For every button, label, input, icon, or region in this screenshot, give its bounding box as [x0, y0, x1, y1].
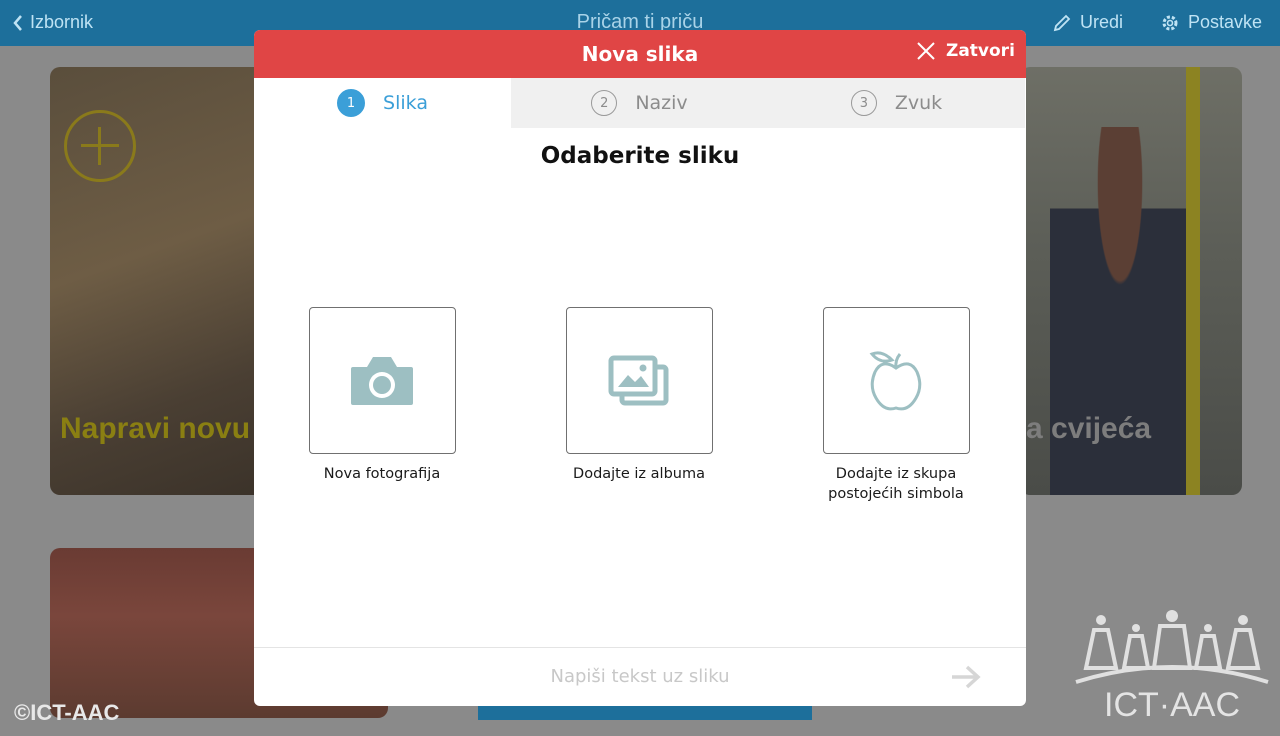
- new-image-dialog: Nova slika Zatvori 1 Slika 2 Naziv 3 Zvu…: [254, 30, 1026, 706]
- symbols-label-line1: Dodajte iz skupa: [835, 466, 957, 482]
- apple-icon: [869, 350, 922, 410]
- logo-text: ICT·AAC: [1104, 686, 1240, 724]
- choose-image-heading: Odaberite sliku: [540, 143, 740, 169]
- album-label: Dodajte iz albuma: [573, 466, 705, 482]
- new-photo-button[interactable]: [308, 307, 456, 454]
- new-photo-option[interactable]: Nova fotografija: [282, 307, 482, 484]
- close-button[interactable]: Zatvori: [916, 41, 1015, 61]
- tab-image[interactable]: 1 Slika: [254, 78, 511, 128]
- gear-icon: [1162, 15, 1178, 30]
- card-caption-new: Napravi novu p: [60, 412, 277, 445]
- dialog-title: Nova slika: [581, 42, 699, 66]
- album-option[interactable]: Dodajte iz albuma: [539, 307, 739, 484]
- tab-name[interactable]: 2 Naziv: [511, 78, 768, 128]
- tab-label: Zvuk: [894, 92, 943, 114]
- camera-icon: [351, 356, 413, 405]
- symbols-button[interactable]: [822, 307, 970, 454]
- symbols-label-line2: postojećih simbola: [828, 486, 964, 502]
- edit-label: Uredi: [1080, 12, 1124, 32]
- symbols-label: Dodajte iz skupa postojećih simbola: [796, 464, 996, 504]
- step-tabs: 1 Slika 2 Naziv 3 Zvuk: [254, 78, 1026, 128]
- settings-button[interactable]: Postavke: [1160, 12, 1262, 33]
- close-icon: [917, 42, 935, 60]
- pencil-icon: [1053, 14, 1071, 31]
- tab-label: Naziv: [635, 92, 688, 114]
- next-button[interactable]: [950, 664, 982, 694]
- copyright-text: ©ICT-AAC: [14, 700, 120, 725]
- arrow-right-icon: [952, 665, 981, 689]
- next-step-text: Napiši tekst uz sliku: [550, 666, 730, 687]
- edit-button[interactable]: Uredi: [1052, 12, 1123, 33]
- card-stripe: [1186, 67, 1200, 495]
- logo-figures-icon: [1075, 610, 1269, 684]
- new-photo-label: Nova fotografija: [323, 466, 441, 482]
- album-button[interactable]: [565, 307, 713, 454]
- step-number: 3: [850, 90, 877, 116]
- step-number: 1: [337, 89, 366, 117]
- tab-sound[interactable]: 3 Zvuk: [768, 78, 1025, 128]
- step-number: 2: [591, 90, 618, 116]
- dialog-header: Nova slika Zatvori: [254, 30, 1026, 78]
- card-caption-flowers: a cvijeća: [1026, 412, 1152, 445]
- close-label: Zatvori: [946, 41, 1015, 61]
- settings-label: Postavke: [1188, 12, 1263, 32]
- add-circle-icon[interactable]: [64, 110, 136, 182]
- tab-label: Slika: [383, 92, 428, 114]
- ict-aac-logo: ICT·AAC: [1074, 608, 1270, 728]
- symbols-option[interactable]: Dodajte iz skupa postojećih simbola: [796, 307, 996, 504]
- photo-album-icon: [608, 355, 669, 405]
- dialog-footer: Napiši tekst uz sliku: [254, 647, 1026, 706]
